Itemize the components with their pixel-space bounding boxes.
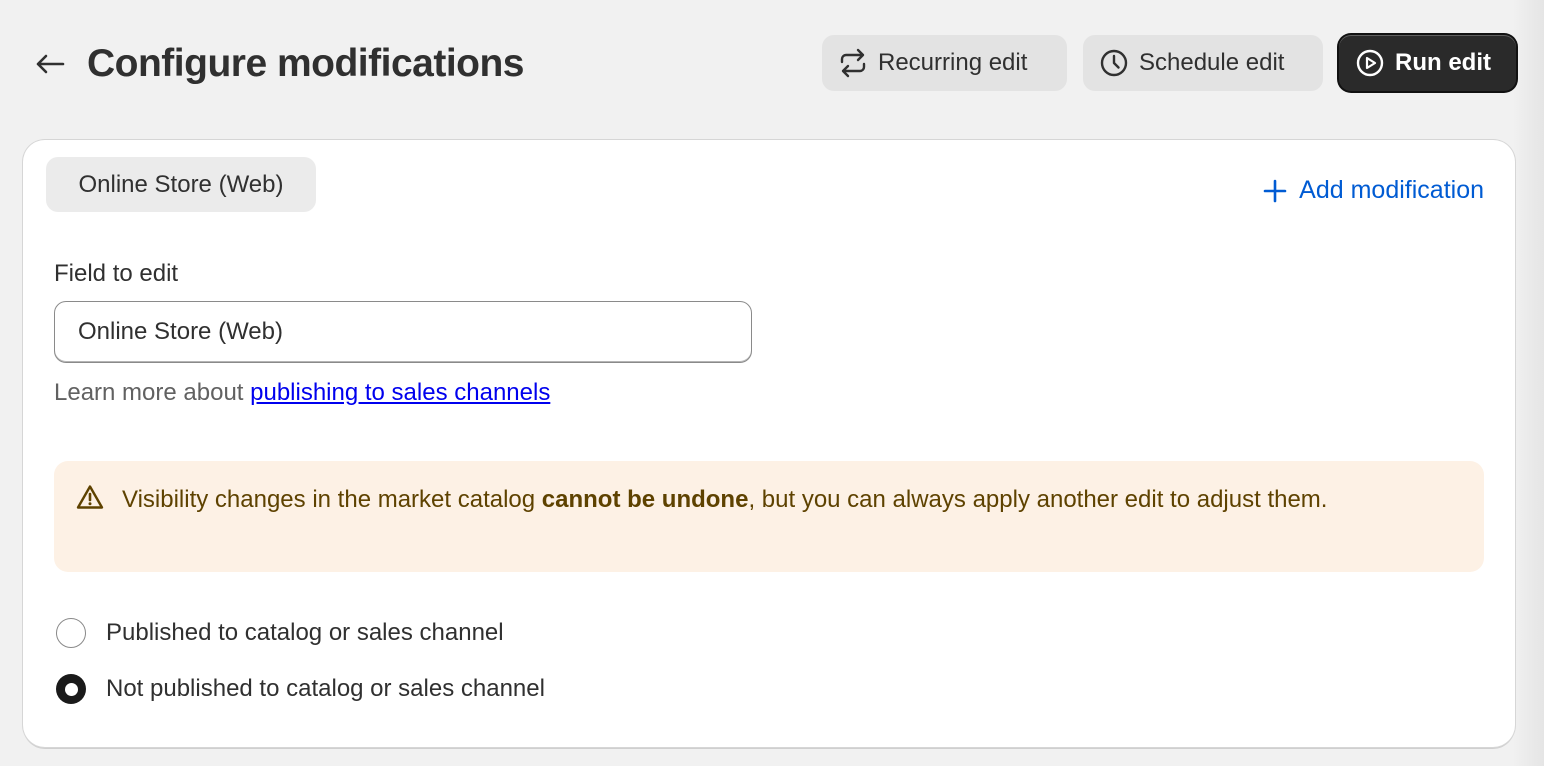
clock-icon xyxy=(1100,49,1128,77)
field-to-edit-input[interactable] xyxy=(54,301,752,363)
plus-icon xyxy=(1263,179,1287,202)
run-edit-label: Run edit xyxy=(1395,49,1491,76)
field-to-edit-label: Field to edit xyxy=(54,260,179,287)
warning-text-before: Visibility changes in the market catalog xyxy=(122,486,542,513)
schedule-edit-label: Schedule edit xyxy=(1139,49,1285,76)
alert-triangle-icon xyxy=(76,485,104,509)
run-edit-button[interactable]: Run edit xyxy=(1339,35,1516,91)
option-not-published[interactable]: Not published to catalog or sales channe… xyxy=(56,674,545,704)
repeat-icon xyxy=(840,48,866,78)
page-title: Configure modifications xyxy=(87,42,525,85)
published-radio-label: Published to catalog or sales channel xyxy=(106,619,504,646)
arrow-left-icon xyxy=(36,54,65,74)
page-header: Configure modifications Recurring edit S… xyxy=(0,0,1544,128)
help-text: Learn more about publishing to sales cha… xyxy=(54,379,550,407)
play-circle-icon xyxy=(1356,49,1384,77)
warning-text-after: , but you can always apply another edit … xyxy=(748,486,1328,513)
publishing-sales-channels-link[interactable]: publishing to sales channels xyxy=(250,379,550,406)
add-modification-button[interactable]: Add modification xyxy=(1263,176,1484,205)
help-text-prefix: Learn more about xyxy=(54,379,251,406)
channel-tab-online-store[interactable]: Online Store (Web) xyxy=(46,157,316,212)
recurring-edit-label: Recurring edit xyxy=(878,49,1028,76)
not-published-radio[interactable] xyxy=(56,674,86,704)
published-radio[interactable] xyxy=(56,618,86,648)
modification-card: Online Store (Web) Add modification Fiel… xyxy=(23,140,1515,747)
warning-text: Visibility changes in the market catalog… xyxy=(122,480,1452,520)
back-button[interactable] xyxy=(30,44,70,84)
not-published-radio-label: Not published to catalog or sales channe… xyxy=(106,675,545,702)
warning-text-bold: cannot be undone xyxy=(541,486,749,513)
recurring-edit-button[interactable]: Recurring edit xyxy=(822,35,1067,91)
warning-banner: Visibility changes in the market catalog… xyxy=(54,461,1484,572)
schedule-edit-button[interactable]: Schedule edit xyxy=(1083,35,1323,91)
add-modification-label: Add modification xyxy=(1299,176,1484,204)
option-published[interactable]: Published to catalog or sales channel xyxy=(56,618,504,648)
